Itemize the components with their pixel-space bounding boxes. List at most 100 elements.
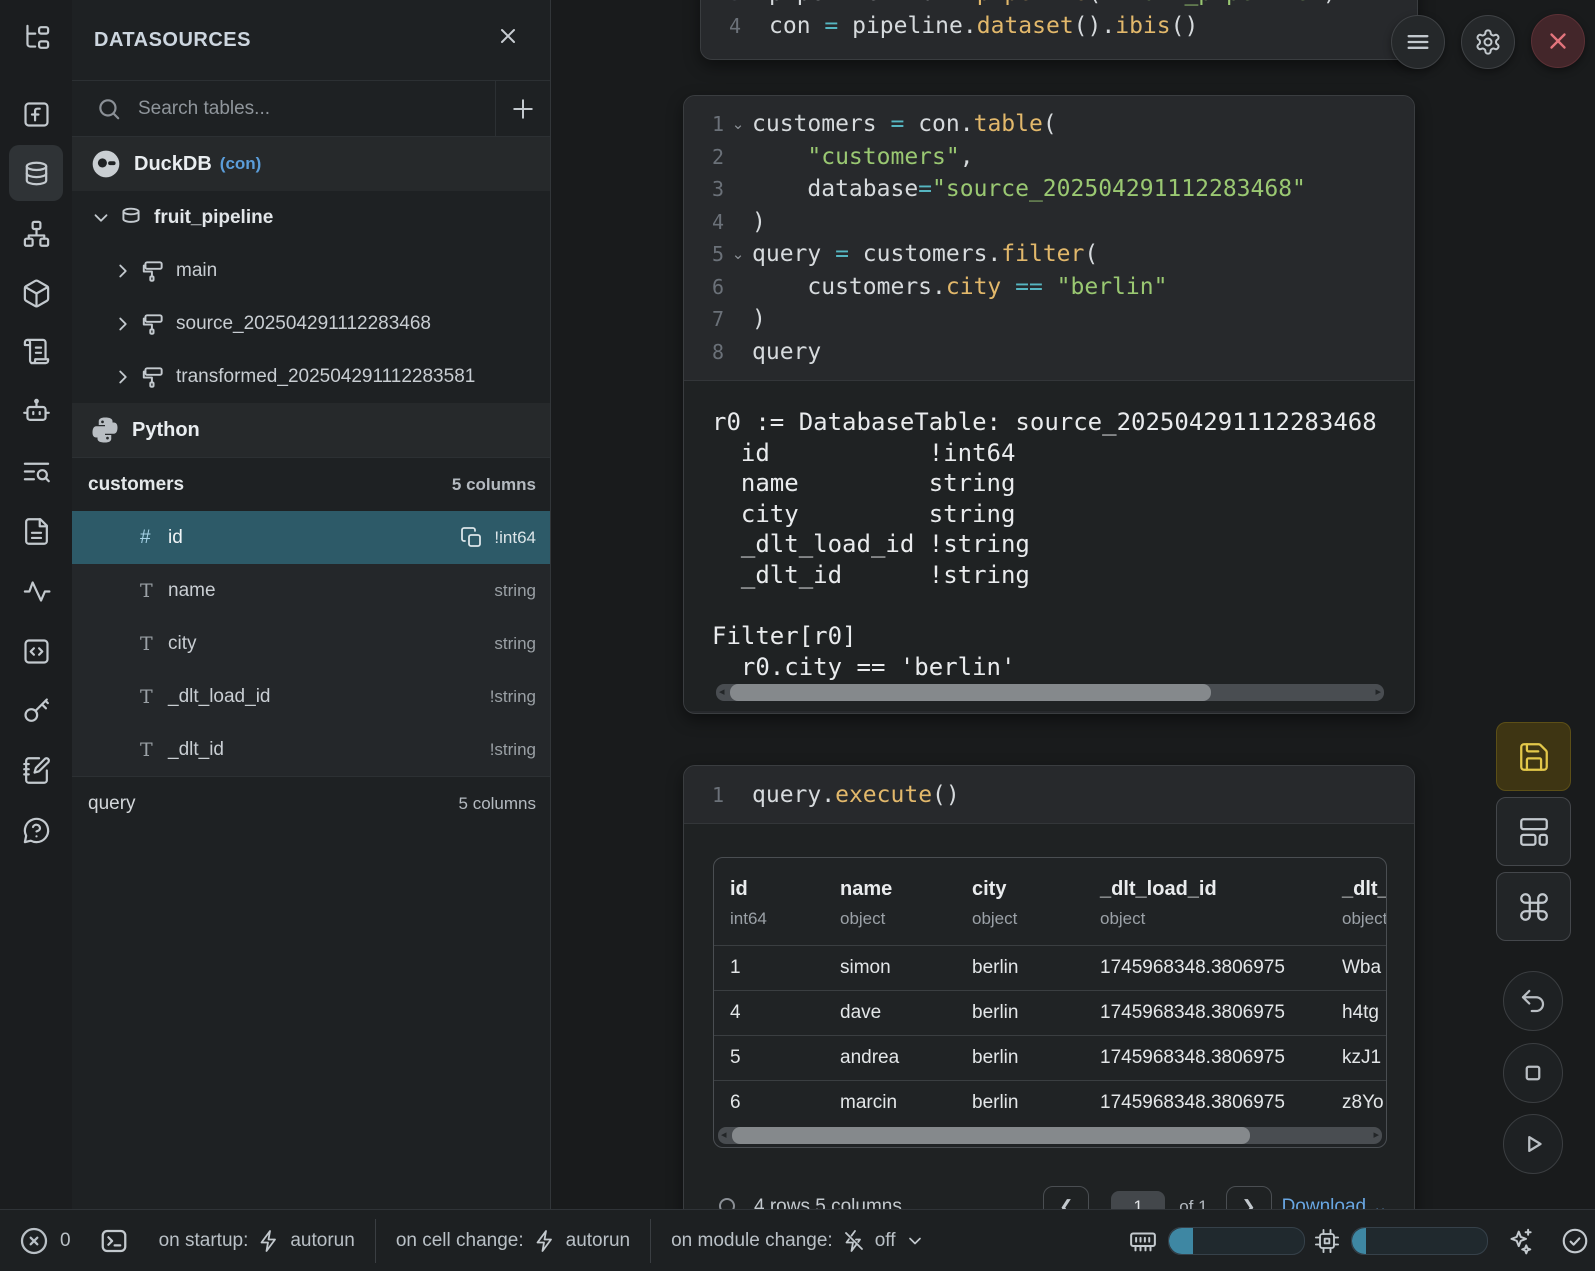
column-header-_dlt_load_id[interactable]: _dlt_load_idobject xyxy=(1084,878,1326,929)
code-line[interactable]: 1⌄customers = con.table( xyxy=(684,108,1414,141)
rail-activity[interactable] xyxy=(0,562,72,620)
rail-scratchpad[interactable] xyxy=(0,741,72,799)
rail-list-search[interactable] xyxy=(0,442,72,500)
error-indicator[interactable]: 0 xyxy=(18,1225,71,1257)
cell-execute[interactable]: 1query.execute() idint64nameobjectcityob… xyxy=(683,765,1415,1252)
code-line[interactable]: 5⌄query = customers.filter( xyxy=(684,238,1414,271)
horizontal-scrollbar[interactable]: ◂ ▸ xyxy=(716,684,1384,701)
scrollbar-thumb[interactable] xyxy=(730,684,1211,701)
engine-row-duckdb[interactable]: DuckDB (con) xyxy=(72,137,550,191)
code-line[interactable]: 1query.execute() xyxy=(684,779,1414,810)
on-module-change-setting[interactable]: on module change: off xyxy=(671,1229,924,1253)
zap-icon xyxy=(533,1229,557,1253)
cell-query[interactable]: 1⌄customers = con.table(2 "customers",3 … xyxy=(683,95,1415,714)
table-row[interactable]: 6marcinberlin1745968348.3806975z8Yo xyxy=(714,1080,1387,1125)
code-line[interactable]: 2 "customers", xyxy=(684,141,1414,174)
rail-bot[interactable] xyxy=(0,382,72,440)
column-header-name[interactable]: nameobject xyxy=(824,878,956,929)
settings-button[interactable] xyxy=(1461,15,1515,69)
code-line[interactable]: 7) xyxy=(684,303,1414,336)
on-startup-setting[interactable]: on startup: autorun xyxy=(159,1229,355,1253)
column-header-_dlt_id[interactable]: _dlt_idobject xyxy=(1326,878,1387,929)
bot-icon xyxy=(21,396,52,427)
code-editor[interactable]: 3pipeline = dlt.pipeline("fruit_pipeline… xyxy=(701,0,1417,54)
document-icon xyxy=(21,516,52,547)
column-row-_dlt_load_id[interactable]: T_dlt_load_id!string xyxy=(72,670,550,723)
fold-chevron-icon[interactable]: ⌄ xyxy=(724,245,752,263)
rail-function[interactable] xyxy=(0,85,72,143)
column-header-id[interactable]: idint64 xyxy=(714,878,824,929)
table-header-row: idint64nameobjectcityobject_dlt_load_ido… xyxy=(714,858,1387,945)
keyboard-shortcuts-button[interactable] xyxy=(1496,872,1571,941)
table-row[interactable]: 1simonberlin1745968348.3806975Wba xyxy=(714,945,1387,990)
scroll-left-arrow[interactable]: ◂ xyxy=(721,1128,727,1141)
panel-title: DATASOURCES xyxy=(94,29,251,52)
connection-status-button[interactable] xyxy=(1560,1226,1590,1256)
table-horizontal-scrollbar[interactable]: ◂ ▸ xyxy=(718,1127,1382,1144)
rail-database[interactable] xyxy=(0,144,72,202)
table-section-query[interactable]: query5 columns xyxy=(72,776,550,830)
code-line[interactable]: 3pipeline = dlt.pipeline("fruit_pipeline… xyxy=(701,0,1417,10)
chevron-right-icon[interactable] xyxy=(112,260,134,282)
scroll-left-arrow[interactable]: ◂ xyxy=(719,685,725,698)
tree-item-source_202504291112283468[interactable]: source_202504291112283468 xyxy=(72,297,550,350)
shutdown-button[interactable] xyxy=(1531,14,1585,68)
run-button[interactable] xyxy=(1503,1114,1563,1174)
ai-assistant-button[interactable] xyxy=(1505,1226,1535,1256)
code-line[interactable]: 4) xyxy=(684,206,1414,239)
search-tables-input[interactable]: Search tables... xyxy=(138,98,270,120)
chevron-down-icon[interactable] xyxy=(90,207,112,229)
duckdb-logo-icon xyxy=(90,148,122,180)
scroll-right-arrow[interactable]: ▸ xyxy=(1375,685,1381,698)
column-row-city[interactable]: Tcitystring xyxy=(72,617,550,670)
rail-code-square[interactable] xyxy=(0,622,72,680)
code-line[interactable]: 8query xyxy=(684,336,1414,369)
table-row[interactable]: 4daveberlin1745968348.3806975h4tg xyxy=(714,990,1387,1035)
layout-toggle-button[interactable] xyxy=(1496,797,1571,866)
cell-setup[interactable]: 3pipeline = dlt.pipeline("fruit_pipeline… xyxy=(700,0,1418,60)
engine-row-python[interactable]: Python xyxy=(72,403,550,457)
chevron-right-icon[interactable] xyxy=(112,366,134,388)
chevron-right-icon[interactable] xyxy=(112,313,134,335)
column-header-city[interactable]: cityobject xyxy=(956,878,1084,929)
table-row[interactable]: 5andreaberlin1745968348.3806975kzJ1 xyxy=(714,1035,1387,1080)
tree-item-transformed_202504291112283581[interactable]: transformed_202504291112283581 xyxy=(72,350,550,403)
scroll-right-arrow[interactable]: ▸ xyxy=(1373,1128,1379,1141)
code-editor[interactable]: 1⌄customers = con.table(2 "customers",3 … xyxy=(684,96,1414,380)
key-icon xyxy=(21,695,52,726)
rail-file-tree[interactable] xyxy=(0,8,72,66)
fold-chevron-icon[interactable]: ⌄ xyxy=(724,115,752,133)
rail-scroll[interactable] xyxy=(0,322,72,380)
code-line[interactable]: 4con = pipeline.dataset().ibis() xyxy=(701,10,1417,43)
on-cell-change-setting[interactable]: on cell change: autorun xyxy=(396,1229,630,1253)
divider xyxy=(495,81,496,136)
copy-icon[interactable] xyxy=(460,526,484,550)
code-editor[interactable]: 1query.execute() xyxy=(684,766,1414,823)
rail-package[interactable] xyxy=(0,264,72,322)
rail-help[interactable] xyxy=(0,801,72,859)
interrupt-button[interactable] xyxy=(1503,1043,1563,1103)
code-line[interactable]: 6 customers.city == "berlin" xyxy=(684,271,1414,304)
close-panel-icon[interactable] xyxy=(496,24,520,48)
code-line[interactable]: 3 database="source_202504291112283468" xyxy=(684,173,1414,206)
rail-network[interactable] xyxy=(0,204,72,262)
chevron-down-icon xyxy=(905,1231,925,1251)
engine-name: DuckDB xyxy=(134,153,212,176)
table-section-customers[interactable]: customers5 columns xyxy=(72,457,550,511)
marimo-app: DATASOURCES Search tables... DuckDB (con… xyxy=(0,0,1595,1271)
cpu-usage xyxy=(1313,1227,1488,1255)
rail-key[interactable] xyxy=(0,681,72,739)
schema-icon xyxy=(140,311,166,337)
tree-item-fruit_pipeline[interactable]: fruit_pipeline xyxy=(72,191,550,244)
terminal-button[interactable] xyxy=(99,1226,129,1256)
notebook-menu-button[interactable] xyxy=(1391,15,1445,69)
column-row-name[interactable]: Tnamestring xyxy=(72,564,550,617)
add-datasource-button[interactable] xyxy=(508,94,538,124)
column-row-_dlt_id[interactable]: T_dlt_id!string xyxy=(72,723,550,776)
column-row-id[interactable]: #id!int64 xyxy=(72,511,550,564)
scrollbar-thumb[interactable] xyxy=(732,1127,1250,1144)
save-button[interactable] xyxy=(1496,722,1571,791)
undo-button[interactable] xyxy=(1503,971,1563,1031)
rail-document[interactable] xyxy=(0,502,72,560)
tree-item-main[interactable]: main xyxy=(72,244,550,297)
